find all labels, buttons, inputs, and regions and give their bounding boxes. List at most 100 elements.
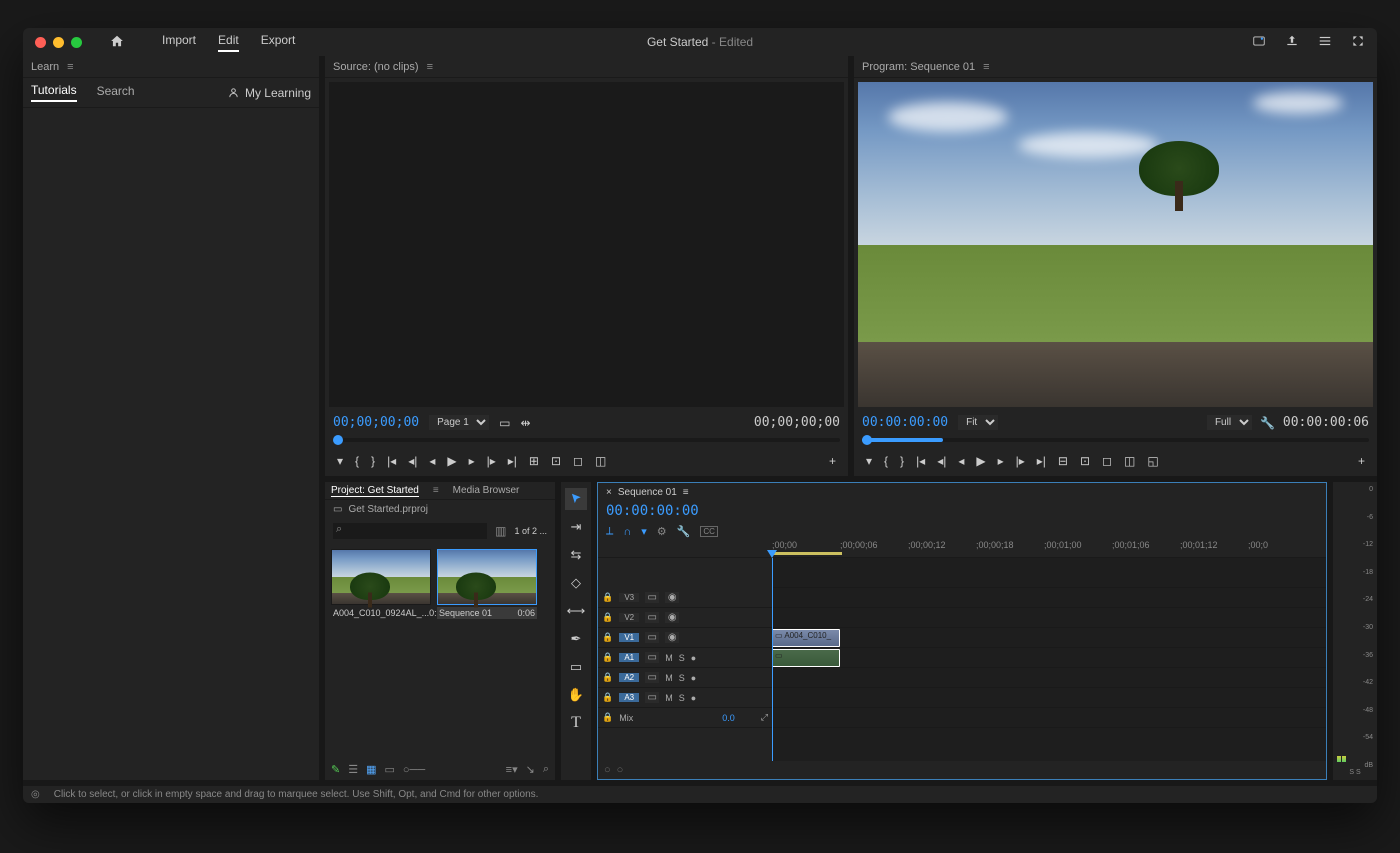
button-editor-icon[interactable]: + <box>829 454 836 468</box>
quick-export-icon[interactable] <box>1252 34 1266 51</box>
minimize-window-button[interactable] <box>53 37 64 48</box>
workspace-icon[interactable] <box>1318 34 1332 51</box>
selection-tool[interactable] <box>565 488 587 510</box>
slip-tool[interactable]: ⟷ <box>565 600 587 622</box>
lock-icon[interactable]: 🔒 <box>602 632 613 643</box>
step-back-icon[interactable]: ◂| <box>937 454 946 468</box>
comparison-icon[interactable]: ⇹ <box>520 416 530 430</box>
mark-in-icon[interactable]: { <box>355 454 359 468</box>
icon-view-icon[interactable]: ▦ <box>366 763 376 776</box>
razor-tool[interactable]: ◇ <box>565 572 587 594</box>
eye-icon[interactable]: ◉ <box>665 632 679 643</box>
overwrite-icon[interactable]: ⊡ <box>551 454 561 468</box>
list-view-icon[interactable]: ☰ <box>348 763 358 776</box>
step-back-icon[interactable]: ◂| <box>408 454 417 468</box>
next-frame-icon[interactable]: ▸ <box>998 454 1004 468</box>
caption-icon[interactable]: CC <box>700 526 718 537</box>
lock-icon[interactable]: 🔒 <box>602 692 613 703</box>
go-in-icon[interactable]: |◂ <box>387 454 396 468</box>
settings-icon[interactable]: 🔧 <box>1260 416 1275 430</box>
eye-icon[interactable]: ◉ <box>665 612 679 623</box>
extract-icon[interactable]: ⊡ <box>1080 454 1090 468</box>
timeline-tracks[interactable]: ▭ A004_C010_ ▭ <box>772 558 1326 761</box>
page-select[interactable]: Page 1 <box>429 415 489 430</box>
panel-menu-icon[interactable]: ≡ <box>683 487 689 498</box>
eye-icon[interactable]: ◉ <box>665 592 679 603</box>
record-icon[interactable]: ● <box>691 653 696 663</box>
hand-tool[interactable]: ✋ <box>565 684 587 706</box>
prev-frame-icon[interactable]: ◂ <box>958 454 964 468</box>
lock-icon[interactable]: 🔒 <box>602 612 613 623</box>
play-icon[interactable]: ▶ <box>447 454 456 468</box>
marker-icon[interactable]: ▾ <box>641 525 647 538</box>
target-icon[interactable]: ▭ <box>645 652 659 663</box>
track-v2[interactable]: V2 <box>619 613 639 622</box>
wrench-icon[interactable]: 🔧 <box>677 525 691 538</box>
source-view[interactable] <box>329 82 844 407</box>
mark-in-icon[interactable]: { <box>884 454 888 468</box>
program-timecode-in[interactable]: 00:00:00:00 <box>862 415 948 430</box>
export-frame-icon[interactable]: ◻ <box>573 454 583 468</box>
nav-import[interactable]: Import <box>162 33 196 52</box>
fullscreen-icon[interactable] <box>1351 34 1365 51</box>
find-icon[interactable]: ⌕ <box>543 763 549 776</box>
panel-menu-icon[interactable]: ≡ <box>433 485 439 496</box>
comparison-view-icon[interactable]: ◫ <box>1124 454 1135 468</box>
zoom-slider[interactable]: ○── <box>403 764 425 776</box>
step-fwd-icon[interactable]: |▸ <box>487 454 496 468</box>
record-icon[interactable]: ● <box>691 673 696 683</box>
source-timecode-in[interactable]: 00;00;00;00 <box>333 415 419 430</box>
ripple-edit-tool[interactable]: ⇆ <box>565 544 587 566</box>
solo-l[interactable]: S <box>1349 769 1354 776</box>
mute-icon[interactable]: M <box>665 673 673 683</box>
mark-out-icon[interactable]: } <box>371 454 375 468</box>
rectangle-tool[interactable]: ▭ <box>565 656 587 678</box>
program-scrubber[interactable] <box>862 438 1369 442</box>
zoom-select[interactable]: Fit <box>958 415 998 430</box>
solo-r[interactable]: S <box>1356 769 1361 776</box>
playhead[interactable] <box>772 558 773 761</box>
track-a1[interactable]: A1 <box>619 653 639 662</box>
tab-tutorials[interactable]: Tutorials <box>31 83 77 102</box>
track-select-tool[interactable]: ⇥ <box>565 516 587 538</box>
track-v1[interactable]: V1 <box>619 633 639 642</box>
my-learning-button[interactable]: My Learning <box>228 86 311 100</box>
zoom-handle-right[interactable]: ○ <box>617 764 624 776</box>
mute-icon[interactable]: M <box>665 693 673 703</box>
project-search-input[interactable] <box>333 523 487 539</box>
target-icon[interactable]: ▭ <box>645 632 659 643</box>
target-icon[interactable]: ▭ <box>645 672 659 683</box>
go-in-icon[interactable]: |◂ <box>916 454 925 468</box>
sort-icon[interactable]: ≡▾ <box>506 763 518 776</box>
solo-icon[interactable]: S <box>679 653 685 663</box>
snap-icon[interactable]: ⟂ <box>606 525 613 538</box>
settings-icon[interactable]: ⚙ <box>657 525 667 538</box>
track-a3[interactable]: A3 <box>619 693 639 702</box>
program-view[interactable] <box>858 82 1373 407</box>
track-a2[interactable]: A2 <box>619 673 639 682</box>
lock-icon[interactable]: 🔒 <box>602 672 613 683</box>
next-frame-icon[interactable]: ▸ <box>469 454 475 468</box>
record-icon[interactable]: ● <box>691 693 696 703</box>
zoom-handle-left[interactable]: ○ <box>604 764 611 776</box>
step-fwd-icon[interactable]: |▸ <box>1016 454 1025 468</box>
tab-search[interactable]: Search <box>97 84 135 101</box>
lock-icon[interactable]: 🔒 <box>602 712 613 723</box>
close-tab-icon[interactable]: × <box>606 487 612 498</box>
pen-tool[interactable]: ✒ <box>565 628 587 650</box>
track-v3[interactable]: V3 <box>619 593 639 602</box>
target-icon[interactable]: ▭ <box>645 692 659 703</box>
play-icon[interactable]: ▶ <box>976 454 985 468</box>
mix-value[interactable]: 0.0 <box>722 713 735 723</box>
timeline-tab[interactable]: Sequence 01 <box>618 487 677 498</box>
nav-edit[interactable]: Edit <box>218 33 239 52</box>
solo-icon[interactable]: S <box>679 693 685 703</box>
go-out-icon[interactable]: ▸| <box>1037 454 1046 468</box>
mark-out-icon[interactable]: } <box>900 454 904 468</box>
panel-menu-icon[interactable]: ≡ <box>983 61 989 73</box>
audio-clip[interactable]: ▭ <box>772 649 840 667</box>
new-bin-icon[interactable]: ▥ <box>495 524 506 538</box>
expand-icon[interactable]: ⤢ <box>761 712 768 723</box>
freeform-view-icon[interactable]: ▭ <box>385 763 395 776</box>
source-scrubber[interactable] <box>333 438 840 442</box>
